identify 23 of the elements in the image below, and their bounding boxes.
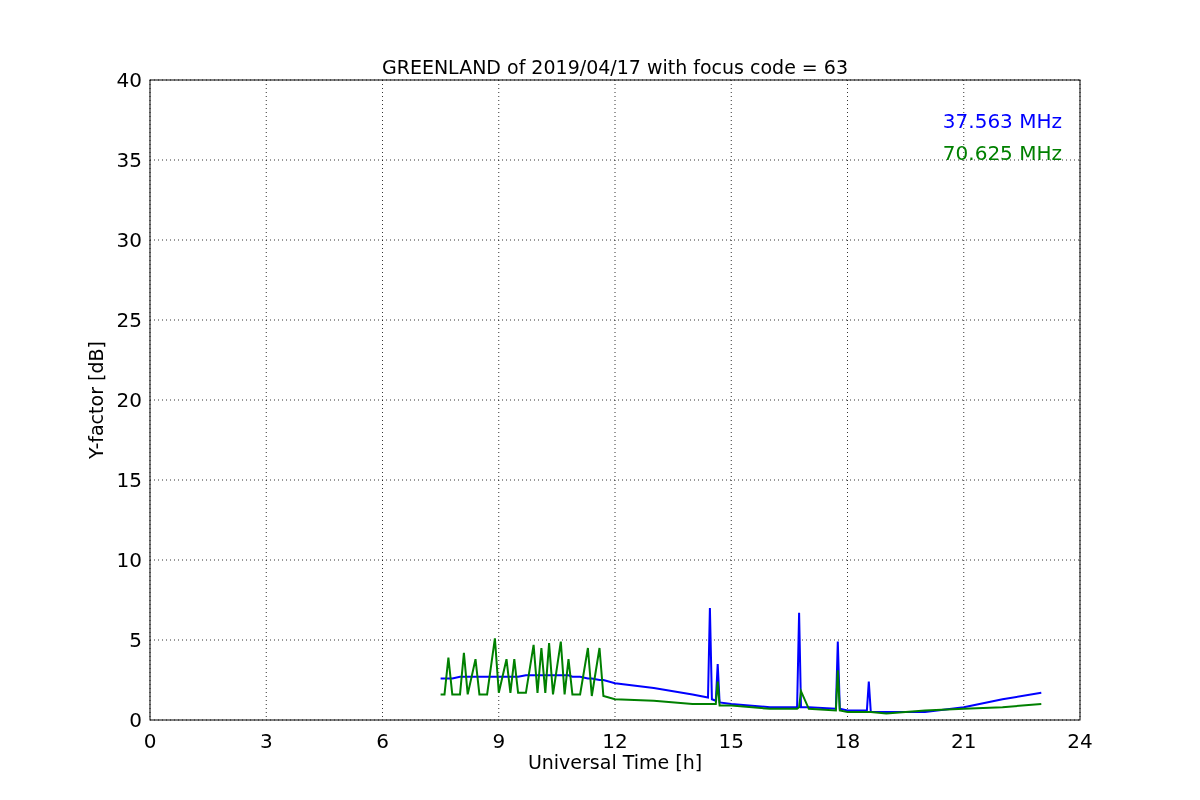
y-tick-label: 5 xyxy=(129,628,142,652)
y-axis-label: Y-factor [dB] xyxy=(85,341,107,459)
x-tick-label: 15 xyxy=(718,729,744,753)
x-tick-label: 24 xyxy=(1067,729,1093,753)
x-tick-label: 12 xyxy=(602,729,628,753)
y-tick-label: 40 xyxy=(116,68,142,92)
x-tick-label: 9 xyxy=(492,729,506,753)
y-tick-label: 10 xyxy=(116,548,142,572)
x-tick-label: 21 xyxy=(951,729,977,753)
y-tick-label: 25 xyxy=(116,308,142,332)
x-tick-label: 18 xyxy=(834,729,861,753)
y-tick-label: 20 xyxy=(116,388,142,412)
x-tick-label: 0 xyxy=(143,729,157,753)
y-tick-label: 0 xyxy=(129,708,142,732)
x-axis-label: Universal Time [h] xyxy=(527,751,703,773)
y-tick-label: 15 xyxy=(116,468,142,492)
x-tick-label: 3 xyxy=(259,729,273,753)
y-tick-label: 30 xyxy=(116,228,142,252)
x-tick-label: 6 xyxy=(376,729,389,753)
legend-label: 37.563 MHz xyxy=(942,109,1062,133)
legend-label: 70.625 MHz xyxy=(942,141,1062,165)
chart-title: GREENLAND of 2019/04/17 with focus code = 63 xyxy=(382,56,848,78)
y-tick-label: 35 xyxy=(116,148,142,172)
